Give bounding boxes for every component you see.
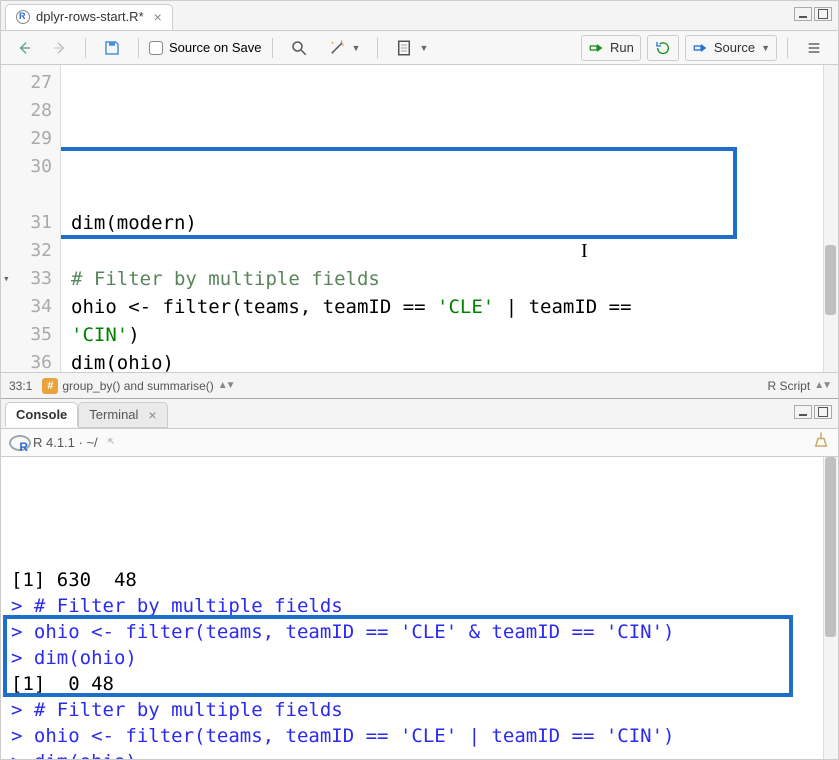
source-toolbar: Source on Save ▼ ▼ Run	[1, 31, 838, 65]
notebook-icon	[395, 39, 413, 57]
console-tab-label: Console	[16, 407, 67, 422]
save-button[interactable]	[96, 35, 128, 61]
console-tab[interactable]: Console	[5, 402, 78, 427]
outline-icon	[805, 39, 823, 57]
run-icon	[588, 39, 606, 57]
source-statusbar: 33:1 # group_by() and summarise() ▲▼ R S…	[1, 372, 838, 398]
source-on-save-checkbox[interactable]	[149, 41, 163, 55]
terminal-tab[interactable]: Terminal ×	[78, 402, 167, 428]
source-on-save-label: Source on Save	[169, 40, 262, 55]
search-icon	[290, 39, 308, 57]
wand-icon	[328, 39, 346, 57]
line-gutter: 27282930 313233▾343536	[1, 65, 61, 372]
console-header: R 4.1.1 · ~/	[33, 435, 98, 450]
console-tab-bar: Console Terminal ×	[1, 399, 838, 429]
source-pane: dplyr-rows-start.R* × Source on Save	[1, 1, 838, 399]
close-icon[interactable]: ×	[154, 9, 162, 25]
toolbar-separator	[787, 38, 788, 58]
section-hash-icon: #	[42, 378, 58, 394]
outline-button[interactable]	[798, 35, 830, 61]
source-tab-bar: dplyr-rows-start.R* ×	[1, 1, 838, 31]
r-file-icon	[16, 10, 30, 24]
run-label: Run	[610, 40, 634, 55]
selection-highlight	[61, 147, 737, 239]
r-logo-icon	[9, 434, 27, 452]
code-tools-button[interactable]: ▼	[321, 35, 368, 61]
code-editor[interactable]: 27282930 313233▾343536 dim(modern)# Filt…	[1, 65, 838, 372]
vertical-scrollbar[interactable]	[823, 457, 838, 759]
toolbar-separator	[85, 38, 86, 58]
source-tab[interactable]: dplyr-rows-start.R* ×	[5, 4, 173, 30]
updown-icon: ▲▼	[218, 380, 234, 391]
source-tab-filename: dplyr-rows-start.R*	[36, 9, 144, 24]
forward-button[interactable]	[45, 36, 75, 60]
console-output[interactable]: [1] 630 48> # Filter by multiple fields>…	[1, 457, 838, 759]
maximize-pane-button[interactable]	[814, 7, 832, 21]
pane-window-controls	[794, 7, 832, 21]
back-button[interactable]	[9, 36, 39, 60]
clear-console-button[interactable]	[812, 431, 830, 454]
console-toolbar: R 4.1.1 · ~/	[1, 429, 838, 457]
toolbar-separator	[272, 38, 273, 58]
pane-window-controls	[794, 405, 832, 419]
find-button[interactable]	[283, 35, 315, 61]
compile-report-button[interactable]: ▼	[388, 35, 435, 61]
code-area[interactable]: dim(modern)# Filter by multiple fieldsoh…	[61, 65, 838, 372]
close-icon[interactable]: ×	[148, 407, 156, 423]
cursor-position: 33:1	[9, 379, 32, 393]
maximize-pane-button[interactable]	[814, 405, 832, 419]
console-highlight	[3, 615, 793, 697]
toolbar-separator	[138, 38, 139, 58]
section-name: group_by() and summarise()	[62, 379, 213, 393]
minimize-pane-button[interactable]	[794, 405, 812, 419]
chevron-down-icon: ▼	[761, 43, 770, 53]
chevron-down-icon: ▼	[352, 43, 361, 53]
toolbar-separator	[377, 38, 378, 58]
text-cursor-icon: I	[581, 237, 588, 265]
console-pane: Console Terminal × R 4.1.1 · ~/ [1] 630 …	[1, 399, 838, 759]
chevron-down-icon: ▼	[419, 43, 428, 53]
popout-icon[interactable]	[104, 434, 122, 452]
source-button[interactable]: Source ▼	[685, 35, 777, 61]
run-button[interactable]: Run	[581, 35, 641, 61]
rerun-icon	[654, 39, 672, 57]
updown-icon: ▲▼	[814, 380, 830, 391]
source-icon	[692, 39, 710, 57]
save-icon	[103, 39, 121, 57]
source-label: Source	[714, 40, 755, 55]
language-label: R Script	[768, 379, 811, 393]
vertical-scrollbar[interactable]	[823, 65, 838, 372]
terminal-tab-label: Terminal	[89, 407, 138, 422]
rerun-button[interactable]	[647, 35, 679, 61]
minimize-pane-button[interactable]	[794, 7, 812, 21]
language-picker[interactable]: R Script ▲▼	[768, 379, 830, 393]
section-navigator[interactable]: # group_by() and summarise() ▲▼	[42, 378, 233, 394]
